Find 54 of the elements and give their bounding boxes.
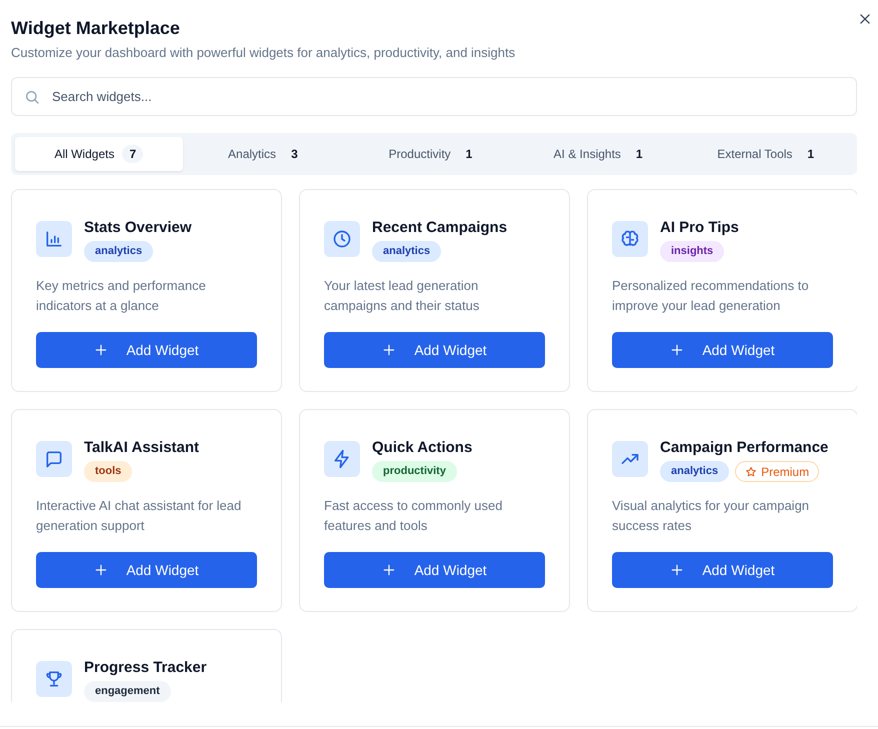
widget-description: Key metrics and performance indicators at a glance — [36, 277, 207, 315]
dialog-title: Widget Marketplace — [11, 17, 181, 39]
bar-chart-icon — [44, 229, 64, 249]
widget-description: Fast access to commonly used features and tools — [324, 497, 504, 535]
close-button[interactable] — [858, 12, 872, 26]
widget-title: Quick Actions — [372, 439, 472, 457]
tab-count: 1 — [464, 146, 474, 163]
widget-description: Interactive AI chat assistant for lead generation support — [36, 497, 242, 535]
tab-count: 7 — [122, 145, 144, 163]
add-widget-button[interactable]: Add Widget — [612, 552, 833, 588]
category-tag: analytics — [84, 241, 154, 262]
filter-tab[interactable]: Analytics 3 — [182, 137, 350, 171]
plus-icon — [382, 563, 396, 577]
search-icon — [24, 89, 40, 105]
plus-icon — [382, 343, 396, 357]
widget-title: TalkAI Assistant — [84, 439, 200, 457]
filter-tab[interactable]: External Tools 1 — [685, 137, 853, 171]
tab-count: 1 — [634, 146, 644, 163]
widget-title: AI Pro Tips — [660, 219, 739, 237]
tab-count: 3 — [290, 146, 299, 163]
plus-icon — [670, 563, 684, 577]
category-tag: tools — [84, 461, 132, 482]
widget-title: Campaign Performance — [660, 439, 828, 457]
add-widget-button[interactable]: Add Widget — [36, 332, 257, 368]
plus-icon — [94, 343, 108, 357]
plus-icon — [670, 343, 684, 357]
widget-title: Progress Tracker — [84, 659, 207, 677]
filter-tab[interactable]: All Widgets 7 — [15, 137, 183, 171]
add-widget-button[interactable]: Add Widget — [36, 552, 257, 588]
search-field[interactable]: Search widgets... — [11, 77, 857, 116]
widget-description: Personalized recommendations to improve your lead generation — [612, 277, 810, 315]
premium-badge: Premium — [735, 461, 820, 482]
dialog-subtitle: Customize your dashboard with powerful widgets for analytics, productivity, and insights — [11, 44, 516, 62]
widget-title: Stats Overview — [84, 219, 192, 237]
add-widget-button[interactable]: Add Widget — [612, 332, 833, 368]
category-tag: insights — [660, 241, 724, 262]
category-tag: productivity — [372, 461, 457, 482]
widget-description: Your latest lead generation campaigns and their status — [324, 277, 480, 315]
widget-title: Recent Campaigns — [372, 219, 508, 237]
star-icon — [745, 466, 758, 478]
plus-icon — [94, 563, 108, 577]
tab-count: 1 — [806, 146, 816, 163]
add-widget-button[interactable]: Add Widget — [324, 332, 545, 368]
category-tag: analytics — [660, 461, 730, 482]
filter-tab[interactable]: AI & Insights 1 — [518, 137, 686, 171]
trophy-icon — [44, 669, 64, 689]
brain-icon — [620, 229, 640, 249]
add-widget-button[interactable]: Add Widget — [324, 552, 545, 588]
clock-icon — [332, 229, 352, 249]
chat-icon — [44, 449, 64, 469]
category-tag: engagement — [84, 681, 171, 702]
filter-tab[interactable]: Productivity 1 — [350, 137, 518, 171]
category-tag: analytics — [372, 241, 442, 262]
widget-description: Visual analytics for your campaign success rates — [612, 497, 810, 535]
